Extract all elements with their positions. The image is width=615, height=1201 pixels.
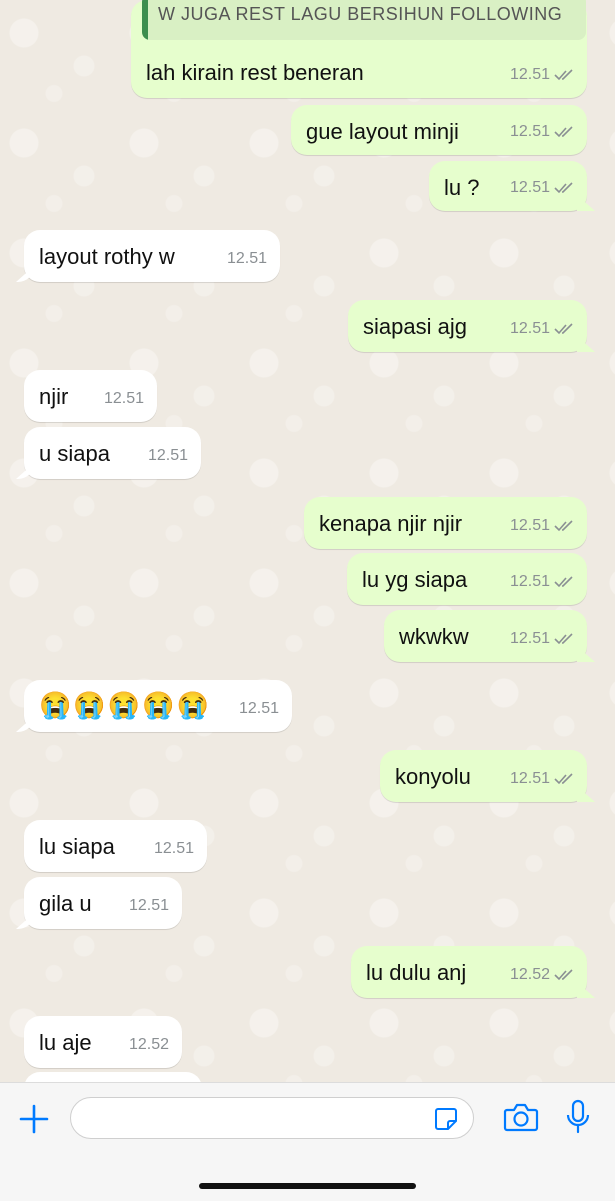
message-bubble-outgoing[interactable]: lu dulu anj 12.52 [351, 946, 587, 998]
message-text: lu ? [444, 175, 480, 200]
message-bubble-outgoing[interactable]: kenapa njir njir 12.51 [304, 497, 587, 549]
message-text: siapasi ajg [363, 314, 467, 339]
composer-bar [0, 1082, 615, 1201]
message-time: 12.51 [509, 573, 550, 590]
message-text: wkwkw [399, 624, 469, 649]
message-meta: 12.52 [129, 1031, 169, 1059]
message-text: konyolu [395, 764, 471, 789]
message-meta: 12.51 [227, 245, 267, 273]
message-text: lu siapa [39, 834, 115, 859]
message-meta: 12.51 [510, 512, 574, 540]
home-indicator [199, 1183, 416, 1189]
quoted-message[interactable]: W JUGA REST LAGU BERSIHUN FOLLOWING [142, 0, 586, 40]
message-time: 12.51 [509, 179, 550, 196]
read-ticks-icon [554, 969, 574, 981]
message-input[interactable] [70, 1097, 474, 1139]
plus-icon[interactable] [18, 1103, 50, 1135]
message-bubble-incoming[interactable]: layout rothy w 12.51 [24, 230, 280, 282]
message-meta: 12.51 [148, 442, 188, 470]
message-bubble-incoming[interactable]: u siapa 12.51 [24, 427, 201, 479]
message-time: 12.51 [509, 630, 550, 647]
message-meta: 12.51 [510, 61, 574, 89]
message-meta: 12.51 [510, 118, 574, 146]
message-text: 😭😭😭😭😭 [39, 690, 211, 720]
message-time: 12.51 [509, 123, 550, 140]
message-time: 12.52 [128, 1036, 169, 1053]
read-ticks-icon [554, 323, 574, 335]
message-text: lu yg siapa [362, 567, 468, 592]
message-time: 12.51 [103, 390, 144, 407]
read-ticks-icon [554, 576, 574, 588]
message-bubble-incoming-partial[interactable] [24, 1072, 202, 1082]
message-meta: 12.51 [154, 835, 194, 863]
message-meta: 12.51 [239, 695, 279, 723]
message-time: 12.51 [509, 66, 550, 83]
message-text: layout rothy w [39, 244, 175, 269]
quote-bar [142, 0, 148, 40]
message-text: kenapa njir njir [319, 511, 463, 536]
camera-icon[interactable] [503, 1101, 539, 1133]
message-text: gue layout minji [306, 119, 459, 144]
message-meta: 12.51 [510, 765, 574, 793]
read-ticks-icon [554, 182, 574, 194]
message-bubble-outgoing[interactable]: wkwkw 12.51 [384, 610, 587, 662]
message-bubble-incoming[interactable]: lu aje 12.52 [24, 1016, 182, 1068]
message-meta: 12.51 [510, 315, 574, 343]
message-text: u siapa [39, 441, 110, 466]
message-text: lah kirain rest beneran [146, 60, 364, 85]
message-time: 12.52 [509, 966, 550, 983]
message-text: gila u [39, 891, 92, 916]
message-bubble-outgoing[interactable]: siapasi ajg 12.51 [348, 300, 587, 352]
message-meta: 12.51 [510, 568, 574, 596]
quoted-text: W JUGA REST LAGU BERSIHUN FOLLOWING [158, 4, 563, 24]
read-ticks-icon [554, 126, 574, 138]
message-time: 12.51 [509, 517, 550, 534]
message-time: 12.51 [509, 320, 550, 337]
read-ticks-icon [554, 520, 574, 532]
message-time: 12.51 [509, 770, 550, 787]
message-meta: 12.52 [510, 961, 574, 989]
message-time: 12.51 [153, 840, 194, 857]
message-bubble-incoming[interactable]: lu siapa 12.51 [24, 820, 207, 872]
message-text: lu aje [39, 1030, 92, 1055]
read-ticks-icon [554, 633, 574, 645]
message-bubble-outgoing[interactable]: lu yg siapa 12.51 [347, 553, 587, 605]
message-text: lu dulu anj [366, 960, 467, 985]
message-bubble-incoming[interactable]: gila u 12.51 [24, 877, 182, 929]
message-bubble-incoming[interactable]: njir 12.51 [24, 370, 157, 422]
message-bubble-outgoing[interactable]: gue layout minji 12.51 [291, 105, 587, 155]
message-meta: 12.51 [510, 625, 574, 653]
chat-area[interactable]: W JUGA REST LAGU BERSIHUN FOLLOWING lah … [0, 0, 615, 1082]
message-time: 12.51 [238, 700, 279, 717]
message-bubble-outgoing[interactable]: lu ? 12.51 [429, 161, 587, 211]
microphone-icon[interactable] [566, 1099, 590, 1135]
message-time: 12.51 [226, 250, 267, 267]
message-meta: 12.51 [104, 385, 144, 413]
message-time: 12.51 [147, 447, 188, 464]
read-ticks-icon [554, 69, 574, 81]
read-ticks-icon [554, 773, 574, 785]
message-meta: 12.51 [510, 174, 574, 202]
message-meta: 12.51 [129, 892, 169, 920]
sticker-icon[interactable] [433, 1106, 459, 1132]
message-text: njir [39, 384, 69, 409]
message-bubble-outgoing[interactable]: W JUGA REST LAGU BERSIHUN FOLLOWING lah … [131, 0, 587, 98]
message-time: 12.51 [128, 897, 169, 914]
message-bubble-incoming[interactable]: 😭😭😭😭😭 12.51 [24, 680, 292, 732]
message-bubble-outgoing[interactable]: konyolu 12.51 [380, 750, 587, 802]
